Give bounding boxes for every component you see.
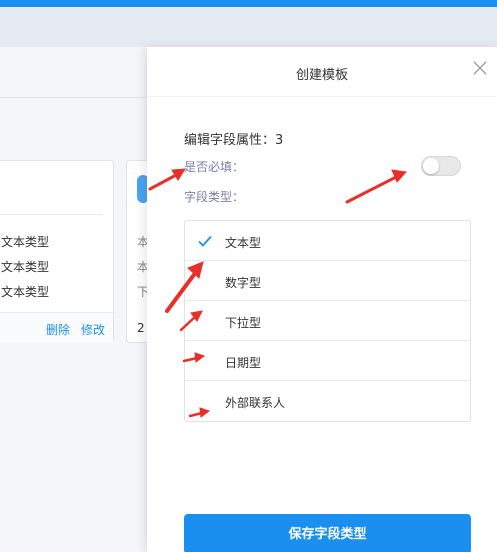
delete-link[interactable]: 删除 [46, 321, 70, 338]
card-field-row: 2 [137, 321, 145, 335]
required-label: 是否必填： [184, 160, 245, 174]
close-icon[interactable] [470, 58, 490, 78]
required-toggle[interactable] [421, 156, 461, 176]
card-field-row: 文本类型 [1, 285, 50, 299]
panel-title: 创建模板 [295, 68, 348, 83]
background-template-card: 文本类型 文本类型 文本类型 删除 修改 [0, 160, 115, 343]
type-option-label: 下拉型 [225, 316, 262, 330]
type-option-label: 外部联系人 [225, 396, 286, 410]
header-bar [0, 7, 497, 47]
card-field-row: 文本类型 [1, 235, 50, 249]
edit-link[interactable]: 修改 [81, 321, 105, 338]
type-option-label: 数字型 [225, 276, 262, 290]
create-template-panel: 创建模板 编辑字段属性：3 是否必填： 字段类型： 文本型 数字型 下拉型 日期… [147, 47, 497, 552]
type-option-external-contact[interactable]: 外部联系人 [185, 381, 470, 421]
field-attribute-label: 编辑字段属性：3 [184, 133, 284, 148]
type-option-label: 文本型 [225, 236, 262, 250]
field-type-label: 字段类型： [184, 190, 245, 204]
type-option-label: 日期型 [225, 356, 262, 370]
top-accent-bar [0, 0, 497, 7]
check-icon [198, 235, 212, 247]
field-type-list: 文本型 数字型 下拉型 日期型 外部联系人 [184, 220, 471, 422]
background-divider [0, 97, 147, 98]
card-field-row: 文本类型 [1, 260, 50, 274]
type-option-text[interactable]: 文本型 [185, 221, 470, 261]
type-option-number[interactable]: 数字型 [185, 261, 470, 301]
type-option-dropdown[interactable]: 下拉型 [185, 301, 470, 341]
toggle-knob [423, 158, 439, 174]
save-field-type-button[interactable]: 保存字段类型 [184, 514, 471, 552]
panel-header: 创建模板 [147, 47, 497, 97]
card-divider [0, 214, 103, 215]
type-option-date[interactable]: 日期型 [185, 341, 470, 381]
